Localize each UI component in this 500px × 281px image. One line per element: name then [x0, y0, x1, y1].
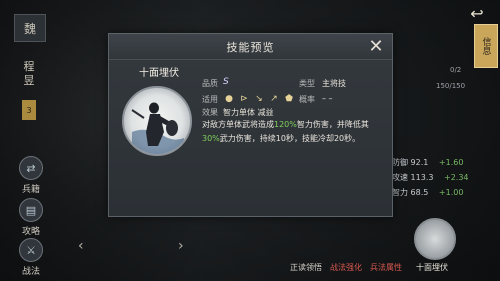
side-tab-info[interactable]: 信息: [474, 24, 498, 68]
rail-button-gonglue[interactable]: ▤ 攻略: [16, 198, 46, 237]
skill-name: 十面埋伏: [139, 68, 179, 79]
desc-text: 智力伤害，并降低其: [296, 120, 369, 129]
stat-plus: +2.34: [444, 173, 469, 182]
shield-troop-icon: ●: [225, 93, 233, 104]
stat-label: 防御: [392, 158, 408, 167]
counter-b: 150/150: [436, 82, 466, 90]
back-button[interactable]: ↩: [464, 3, 490, 23]
desc-highlight: 30%: [202, 134, 220, 143]
stat-label: 智力: [392, 188, 408, 197]
bottom-label-skill: 十面埋伏: [416, 263, 448, 272]
desc-highlight: 120%: [274, 120, 297, 129]
stat-label: 攻速: [392, 173, 408, 182]
lance-troop-icon: ↗: [270, 93, 278, 104]
stat-value: 68.5: [410, 188, 429, 197]
dialog-title: 技能预览: [226, 40, 275, 54]
cavalry-troop-icon: ⬟: [285, 93, 293, 104]
type-label: 类型: [299, 79, 315, 88]
rank-badge: 3: [22, 100, 36, 120]
rail-button-zhanfa[interactable]: ⚔ 战法: [16, 238, 46, 277]
counter-a: 0/2: [450, 66, 462, 74]
stat-value: 113.3: [410, 173, 434, 182]
stat-plus: +1.00: [438, 188, 464, 197]
quality-label: 品质: [202, 79, 218, 88]
faction-emblem: 魏: [14, 14, 46, 42]
type-value: 主将技: [322, 79, 346, 88]
stat-row: 防御 92.1 +1.60: [392, 157, 463, 168]
skill-slot-icon[interactable]: [414, 218, 456, 260]
sword-icon: ⚔: [19, 238, 43, 262]
spear-troop-icon: ↘: [255, 93, 263, 104]
rail-button-label: 兵籍: [21, 185, 40, 195]
stat-row: 智力 68.5 +1.00: [392, 187, 463, 198]
next-arrow-icon[interactable]: ›: [178, 238, 184, 254]
left-rail: 魏 程昱 3 ⇄ 兵籍 ▤ 攻略 ⚔ 战法: [0, 0, 58, 281]
quality-value: S: [223, 77, 229, 87]
general-name-vertical: 程昱: [23, 60, 35, 87]
bottom-label-enhance[interactable]: 战法强化: [330, 262, 362, 273]
skill-preview-dialog: 技能预览 ✕ 十面埋伏 品质 S 类型 主将技 适用 ● ⊳ ↘ ↗ ⬟ 概率 …: [108, 33, 393, 217]
effect-label: 效果: [202, 108, 218, 117]
close-button[interactable]: ✕: [366, 35, 386, 57]
desc-text: 武力伤害，持续10秒，技能冷却20秒。: [219, 134, 361, 143]
back-arrow-icon: ↩: [470, 3, 484, 23]
desc-text: 对敌方单体武将造成: [202, 120, 274, 129]
dialog-header: 技能预览 ✕: [109, 34, 392, 60]
book-icon: ▤: [19, 198, 43, 222]
effect-value: 智力单体 减益: [223, 108, 274, 117]
probability-label: 概率: [299, 95, 315, 104]
probability-value: – –: [322, 94, 333, 103]
rail-button-label: 攻略: [21, 227, 40, 237]
rail-button-label: 战法: [21, 267, 40, 277]
applicable-label: 适用: [202, 95, 218, 104]
close-icon: ✕: [368, 35, 384, 57]
rail-button-bingji[interactable]: ⇄ 兵籍: [16, 156, 46, 195]
warrior-figure-icon: [131, 102, 184, 154]
prev-arrow-icon[interactable]: ‹: [78, 238, 84, 254]
stat-plus: +1.60: [438, 158, 464, 167]
swap-icon: ⇄: [19, 156, 43, 180]
applicable-troop-icons: ● ⊳ ↘ ↗ ⬟: [223, 93, 295, 104]
stat-row: 攻速 113.3 +2.34: [392, 172, 469, 183]
bow-troop-icon: ⊳: [240, 93, 248, 104]
stat-value: 92.1: [410, 158, 429, 167]
bottom-label-comprehend[interactable]: 正读领悟: [290, 262, 322, 273]
skill-portrait: [122, 86, 192, 156]
skill-description: 对敌方单体武将造成120%智力伤害，并降低其 30%武力伤害，持续10秒，技能冷却…: [202, 118, 392, 146]
bottom-label-attribute[interactable]: 兵法属性: [370, 262, 402, 273]
